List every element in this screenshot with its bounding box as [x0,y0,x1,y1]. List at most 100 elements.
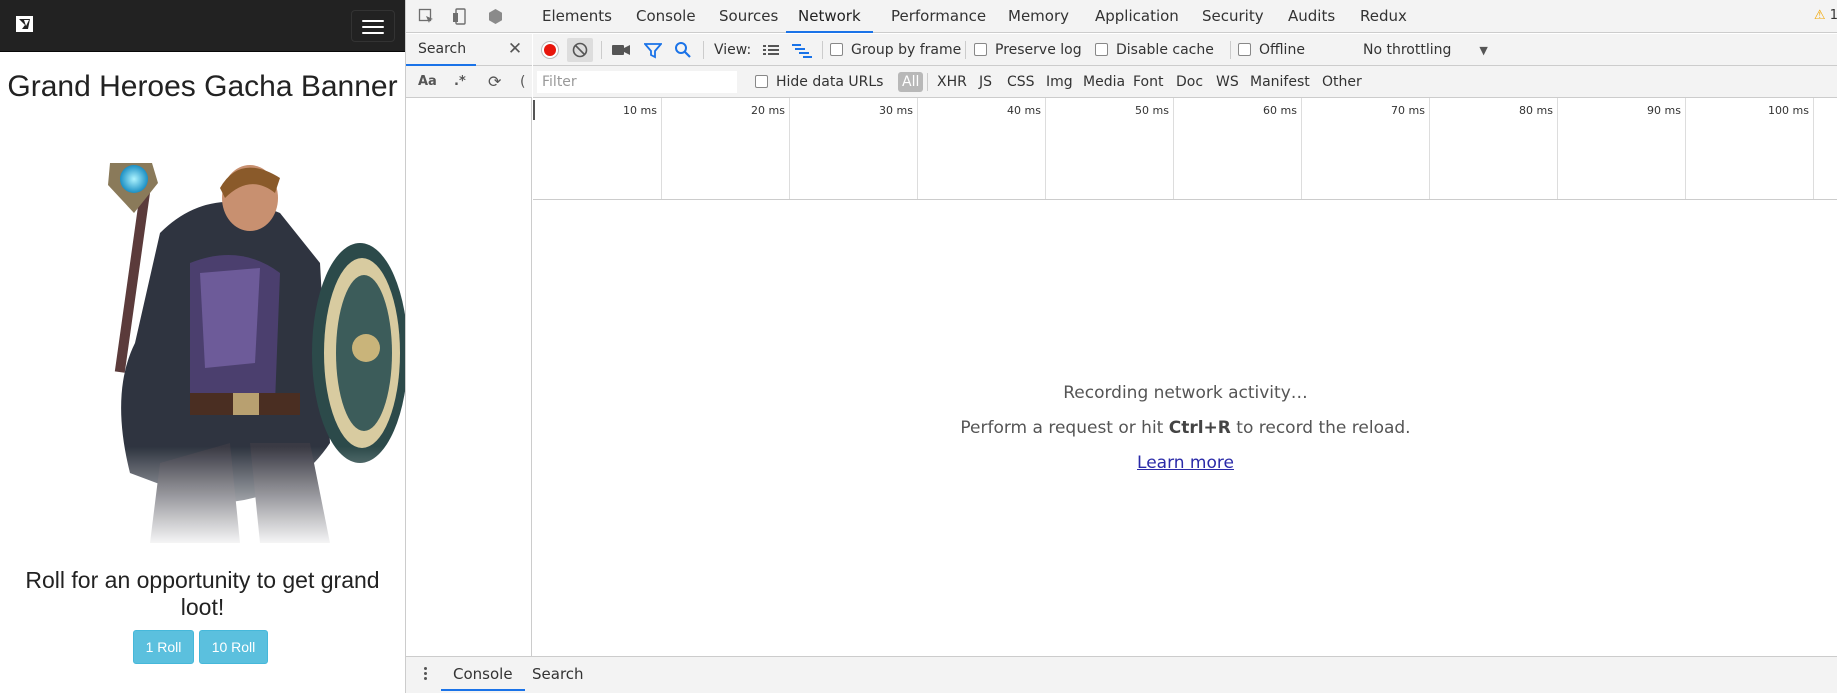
page-title: Grand Heroes Gacha Banner [7,70,398,103]
filter-type-ws[interactable]: WS [1216,66,1239,98]
page-viewport: Grand Heroes Gacha Banner Roll for an op… [0,0,405,693]
clear-button[interactable] [567,38,593,62]
tab-performance[interactable]: Performance [891,0,986,33]
filter-type-js[interactable]: JS [979,66,992,98]
clear-search-icon[interactable]: ( [520,73,525,91]
tab-network[interactable]: Network [786,0,873,33]
tab-memory[interactable]: Memory [1008,0,1069,33]
search-tab[interactable]: Search [406,34,476,66]
timeline-tick-label: 30 ms [879,104,913,117]
timeline-tick-label: 50 ms [1135,104,1169,117]
timeline-grid-line [1557,98,1558,199]
navbar [0,0,405,52]
timeline-tick-label: 100 ms [1768,104,1809,117]
timeline-cursor [533,100,535,120]
timeline-grid-line [1301,98,1302,199]
drawer-menu-icon[interactable] [422,665,428,685]
devtools-tab-bar: Elements Console Sources Network Perform… [406,0,1837,33]
match-case-button[interactable]: Aa [418,73,437,91]
hint-shortcut: Ctrl+R [1168,418,1231,438]
extension-hexagon-icon[interactable] [487,8,504,25]
hint-prefix: Perform a request or hit [960,418,1169,438]
search-icon[interactable] [674,34,692,66]
warning-triangle-icon: ⚠ [1813,8,1826,23]
timeline-tick-label: 90 ms [1647,104,1681,117]
timeline-grid-line [789,98,790,199]
hero-character-image [90,143,405,548]
devtools-panel: Elements Console Sources Network Perform… [405,0,1837,693]
reload-hint: Perform a request or hit Ctrl+R to recor… [533,418,1837,438]
filter-type-manifest[interactable]: Manifest [1250,66,1310,98]
tab-security[interactable]: Security [1202,0,1264,33]
hide-data-urls-checkbox[interactable]: Hide data URLs [755,66,883,98]
tab-application[interactable]: Application [1095,0,1179,33]
hint-suffix: to record the reload. [1230,418,1411,438]
timeline-grid-line [1045,98,1046,199]
brand-logo-icon[interactable] [14,13,36,35]
timeline-tick-label: 70 ms [1391,104,1425,117]
filter-type-all[interactable]: All [898,72,924,92]
filter-icon[interactable] [643,34,663,66]
network-empty-state: Recording network activity… Perform a re… [533,200,1837,656]
search-options: Aa .* ⟳ ( [406,66,532,98]
timeline-grid-line [917,98,918,199]
network-toolbar: View: Group by frame Preserve log Disabl… [533,34,1837,66]
tab-console[interactable]: Console [636,0,696,33]
timeline-tick-label: 10 ms [623,104,657,117]
record-button[interactable] [541,41,559,59]
filter-bar: Hide data URLs All XHR JS CSS Img Media … [533,66,1837,98]
tab-elements[interactable]: Elements [542,0,612,33]
warning-counter[interactable]: ⚠ 1 [1814,0,1837,33]
regex-button[interactable]: .* [454,73,466,91]
filter-type-css[interactable]: CSS [1007,66,1035,98]
throttling-select[interactable]: No throttling ▼ [1363,34,1488,66]
offline-label: Offline [1259,42,1305,58]
timeline-grid-line [661,98,662,199]
tab-redux[interactable]: Redux [1360,0,1407,33]
roll-1-button[interactable]: 1 Roll [133,630,194,664]
preserve-log-label: Preserve log [995,42,1082,58]
learn-more-link[interactable]: Learn more [1137,453,1234,473]
device-toolbar-icon[interactable] [452,8,469,25]
timeline-grid-line [1173,98,1174,199]
filter-type-media[interactable]: Media [1083,66,1125,98]
group-by-frame-checkbox[interactable]: Group by frame [830,34,961,66]
timeline-tick-label: 80 ms [1519,104,1553,117]
disable-cache-checkbox[interactable]: Disable cache [1095,34,1214,66]
offline-checkbox[interactable]: Offline [1238,34,1305,66]
search-results [406,98,531,656]
clear-icon [572,42,588,58]
timeline-grid-line [1429,98,1430,199]
filter-type-other[interactable]: Other [1322,66,1362,98]
recording-message: Recording network activity… [1063,383,1308,403]
timeline-grid-line [1685,98,1686,199]
tab-audits[interactable]: Audits [1288,0,1335,33]
filter-type-font[interactable]: Font [1133,66,1163,98]
filter-type-doc[interactable]: Doc [1176,66,1203,98]
filter-type-img[interactable]: Img [1046,66,1073,98]
hamburger-menu-button[interactable] [351,10,395,42]
tab-sources[interactable]: Sources [719,0,778,33]
drawer-tab-search[interactable]: Search [532,657,584,691]
roll-10-button[interactable]: 10 Roll [199,630,268,664]
search-sidebar: Search ✕ Aa .* ⟳ ( [406,34,532,656]
refresh-icon[interactable]: ⟳ [488,73,501,91]
filter-input[interactable] [537,71,737,93]
drawer-tab-console[interactable]: Console [441,657,525,691]
search-header: Search ✕ [406,34,532,66]
timeline-tick-label: 60 ms [1263,104,1297,117]
timeline-overview[interactable]: 10 ms 20 ms 30 ms 40 ms 50 ms 60 ms 70 ms 80 ms… [533,98,1837,200]
preserve-log-checkbox[interactable]: Preserve log [974,34,1082,66]
large-rows-icon[interactable] [762,34,780,66]
filter-type-xhr[interactable]: XHR [937,66,967,98]
inspect-element-icon[interactable] [418,8,435,25]
throttling-value: No throttling [1363,42,1452,58]
waterfall-icon[interactable] [791,34,813,66]
close-icon[interactable]: ✕ [504,38,526,60]
tagline: Roll for an opportunity to get grand loo… [25,567,380,620]
disable-cache-label: Disable cache [1116,42,1214,58]
screenshot-camera-icon[interactable] [611,34,631,66]
timeline-tick-label: 20 ms [751,104,785,117]
hide-data-urls-label: Hide data URLs [776,74,884,90]
dropdown-arrow-icon: ▼ [1479,44,1488,57]
